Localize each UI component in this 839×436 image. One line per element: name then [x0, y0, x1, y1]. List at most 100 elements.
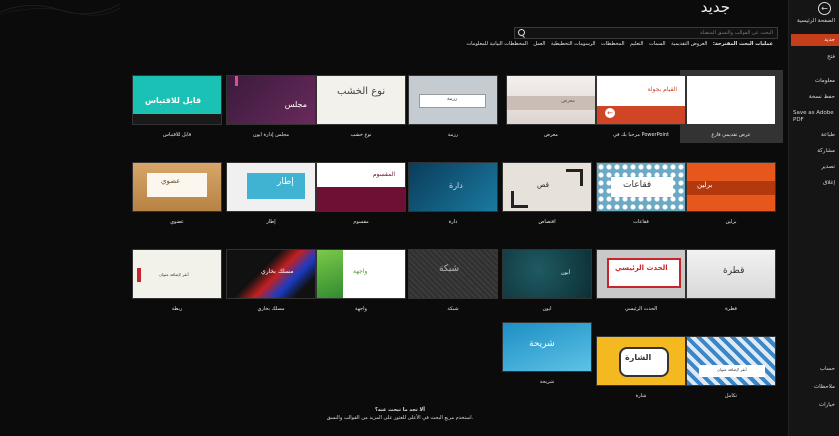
template-caption: تكامل [724, 393, 738, 399]
template-caption: عرض تقديمي فارغ [711, 132, 751, 138]
template-caption: نوع خشب [350, 132, 372, 138]
suggested-link[interactable]: العمل [533, 41, 545, 47]
back-arrow-icon[interactable]: ← [818, 2, 831, 15]
template-caption: دارة [448, 219, 458, 225]
sidebar-item-info[interactable]: معلومات [791, 78, 835, 85]
template-caption: قابل للاقتباس [162, 132, 192, 138]
template-tile[interactable]: مسلك بخاري مسلك بخاري [226, 249, 316, 314]
sidebar-item-label: طباعة [821, 132, 835, 138]
sidebar-item-share[interactable]: مشاركة [791, 148, 835, 155]
sidebar-item-label: فتح [827, 54, 835, 60]
template-thumbnail: عضوي [132, 162, 222, 212]
page-title: جديد [700, 0, 730, 16]
template-tile[interactable]: شبكة شبكة [408, 249, 498, 314]
thumbnail-title: أيون [561, 270, 571, 276]
template-caption: فقاعات [633, 219, 649, 225]
thumbnail-title: شريحة [529, 339, 555, 349]
backstage-sidebar: ← الصفحة الرئيسية جديد فتح معلومات حفظ ن… [788, 0, 839, 436]
template-tile[interactable]: أيون أيون [502, 249, 592, 314]
suggested-link[interactable]: الرسومات التخطيطية [551, 41, 596, 47]
template-thumbnail: برلين [686, 162, 776, 212]
template-caption: قطرة [725, 306, 737, 312]
thumbnail-title: شبكة [439, 264, 460, 274]
sidebar-item-print[interactable]: طباعة [791, 132, 835, 139]
template-tile[interactable]: شريحة شريحة [502, 322, 592, 387]
template-tile[interactable]: ← القيام بجولة مرحباً بك في PowerPoint [596, 75, 686, 140]
template-tile[interactable]: الحدث الرئيسي الحدث الرئيسي [596, 249, 686, 314]
template-thumbnail: قطرة [686, 249, 776, 299]
sidebar-item-label: خيارات [818, 402, 835, 408]
sidebar-item-save-copy[interactable]: حفظ نسخة [791, 94, 835, 101]
template-thumbnail: مسلك بخاري [226, 249, 316, 299]
template-tile[interactable]: عرض تقديمي فارغ [686, 75, 776, 140]
template-tile[interactable]: قطرة قطرة [686, 249, 776, 314]
sidebar-item-label: الصفحة الرئيسية [797, 18, 835, 24]
template-tile[interactable]: إطار إطار [226, 162, 316, 227]
sidebar-item-feedback[interactable]: ملاحظات [791, 384, 835, 391]
thumbnail-title: واجهة [353, 268, 368, 275]
search-icon[interactable] [518, 29, 525, 36]
suggested-link[interactable]: العروض التقديمية [671, 41, 707, 47]
sidebar-item-options[interactable]: خيارات [791, 402, 835, 409]
template-tile[interactable]: معرض معرض [506, 75, 596, 140]
sidebar-item-new[interactable]: جديد [791, 34, 839, 46]
thumbnail-title: رزمة [447, 96, 458, 102]
sidebar-item-label: معلومات [814, 78, 835, 84]
template-caption: إطار [266, 219, 276, 225]
template-caption: معرض [544, 132, 558, 138]
suggested-heading: عمليات البحث المقترحة: [712, 41, 773, 47]
template-thumbnail: أيون [502, 249, 592, 299]
sidebar-item-save-pdf[interactable]: Save as Adobe PDF [793, 110, 837, 124]
suggested-link[interactable]: المخططات [601, 41, 624, 47]
suggested-link[interactable]: المخططات البيانية للمعلومات [466, 41, 527, 47]
suggested-link[interactable]: السمات [649, 41, 666, 47]
template-tile[interactable]: رزمة رزمة [408, 75, 498, 140]
template-caption: مجلس إدارة أيون [252, 132, 290, 138]
template-tile[interactable]: المقسوم مقسوم [316, 162, 406, 227]
template-thumbnail: رزمة [408, 75, 498, 125]
thumbnail-title: قطرة [723, 266, 745, 276]
sidebar-item-close[interactable]: إغلاق [791, 180, 835, 187]
template-tile[interactable]: واجهة واجهة [316, 249, 406, 314]
template-tile[interactable]: دارة دارة [408, 162, 498, 227]
thumbnail-title: دارة [449, 181, 463, 190]
template-thumbnail: ← القيام بجولة [596, 75, 686, 125]
template-thumbnail: فقاعات [596, 162, 686, 212]
footer-hint: استخدم مربع البحث في الأعلى للعثور على ا… [326, 415, 474, 421]
template-tile[interactable]: برلين برلين [686, 162, 776, 227]
thumbnail-title: معرض [561, 98, 575, 104]
template-tile[interactable]: فقاعات فقاعات [596, 162, 686, 227]
sidebar-item-export[interactable]: تصدير [791, 164, 835, 171]
template-caption: مقسوم [353, 219, 369, 225]
template-tile[interactable]: الشارة شارة [596, 336, 686, 401]
template-tile[interactable]: مجلس مجلس إدارة أيون [226, 75, 316, 140]
sidebar-item-account[interactable]: حساب [791, 366, 835, 373]
template-thumbnail: أنقر لإضافة عنوان [686, 336, 776, 386]
template-thumbnail: دارة [408, 162, 498, 212]
template-thumbnail: مجلس [226, 75, 316, 125]
thumbnail-title: قابل للاقتباس [145, 96, 202, 105]
template-caption: أيون [542, 306, 552, 312]
footer-help: ألا تجد ما تبحث عنه؟ استخدم مربع البحث ف… [300, 406, 500, 422]
sidebar-item-open[interactable]: فتح [791, 54, 835, 61]
template-thumbnail: قص [502, 162, 592, 212]
template-thumbnail: واجهة [316, 249, 406, 299]
search-input[interactable] [529, 28, 773, 38]
template-tile[interactable]: أنقر لإضافة عنوان ربطة [132, 249, 222, 314]
sidebar-item-home[interactable]: الصفحة الرئيسية [791, 18, 835, 25]
arrow-left-icon: ← [605, 108, 615, 118]
thumbnail-title: مجلس [284, 100, 307, 109]
template-tile[interactable]: نوع الخشب نوع خشب [316, 75, 406, 140]
thumbnail-title: فقاعات [623, 180, 652, 190]
template-caption: عضوي [170, 219, 184, 225]
template-tile[interactable]: أنقر لإضافة عنوان تكامل [686, 336, 776, 401]
template-tile[interactable]: قص اقتصاص [502, 162, 592, 227]
template-thumbnail: الشارة [596, 336, 686, 386]
template-caption: رزمة [447, 132, 459, 138]
template-tile[interactable]: قابل للاقتباس قابل للاقتباس [132, 75, 222, 140]
template-caption: مرحباً بك في PowerPoint [612, 132, 670, 138]
suggested-link[interactable]: التعليم [630, 41, 643, 47]
sidebar-item-label: مشاركة [817, 148, 835, 154]
search-box[interactable] [514, 27, 778, 39]
template-tile[interactable]: عضوي عضوي [132, 162, 222, 227]
